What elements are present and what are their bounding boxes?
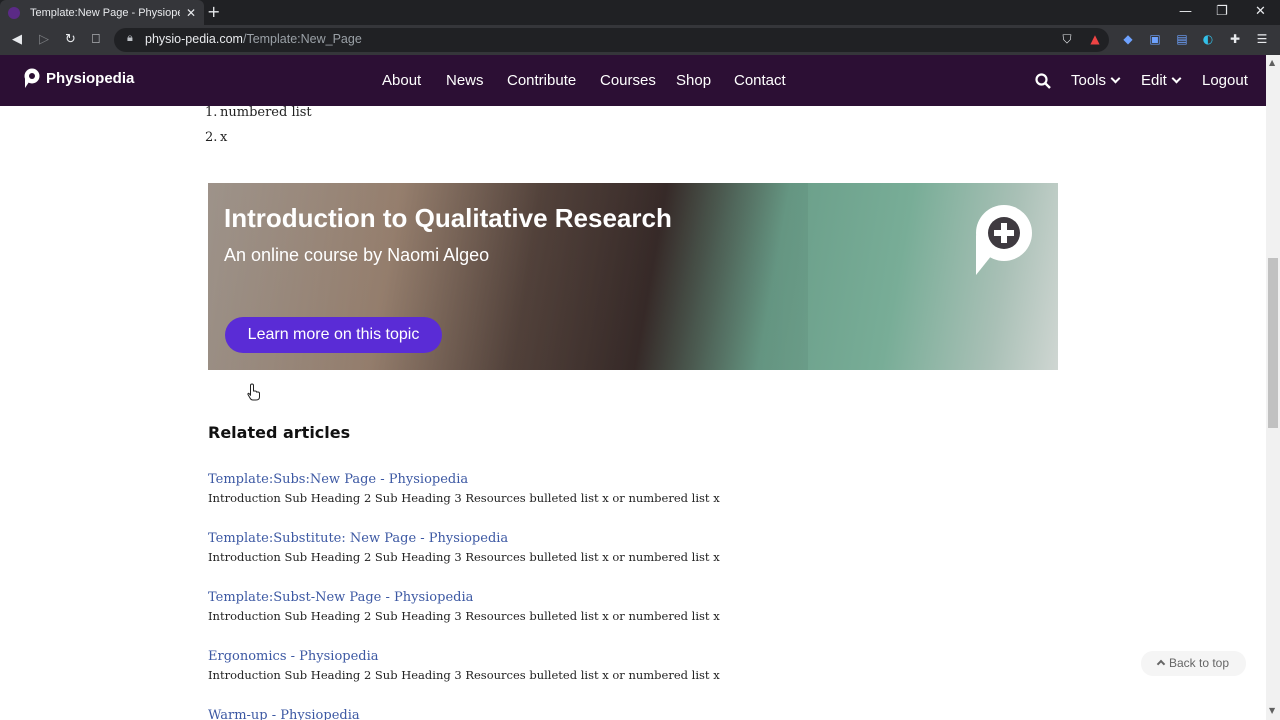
- extensions-puzzle-icon[interactable]: ✚: [1228, 32, 1242, 46]
- article-link[interactable]: Template:Subs:New Page - Physiopedia: [208, 471, 720, 488]
- back-to-top-label: Back to top: [1168, 656, 1230, 670]
- list-item: 2. x: [205, 129, 312, 154]
- list-item-text: numbered list: [220, 105, 312, 120]
- browser-tab-bar: Template:New Page - Physiopedia ✕ + — ❐ …: [0, 0, 1280, 25]
- course-banner[interactable]: Introduction to Qualitative Research An …: [208, 183, 1058, 370]
- related-articles-heading: Related articles: [208, 423, 351, 442]
- physiopedia-logo-icon: [24, 68, 40, 88]
- extension-icon[interactable]: ◆: [1121, 32, 1135, 46]
- banner-title: Introduction to Qualitative Research: [224, 203, 672, 233]
- hand-cursor-icon: [247, 383, 260, 401]
- back-arrow-icon[interactable]: ◀: [12, 32, 22, 48]
- physiopedia-plus-logo-icon: [976, 205, 1032, 275]
- physiopedia-favicon-icon: [8, 6, 20, 19]
- reload-icon[interactable]: ↻: [65, 32, 76, 48]
- brave-shield-icon[interactable]: ⛉: [1060, 32, 1074, 46]
- site-logo[interactable]: Physiopedia: [22, 68, 134, 88]
- new-tab-button[interactable]: +: [207, 3, 220, 21]
- scroll-up-arrow-icon[interactable]: ▲: [1269, 58, 1275, 67]
- site-navbar: Physiopedia About News Contribute Course…: [0, 55, 1266, 106]
- nav-edit[interactable]: Edit: [1141, 72, 1182, 89]
- nav-courses[interactable]: Courses: [600, 72, 656, 89]
- chevron-down-icon: [1110, 73, 1121, 84]
- scrollbar-thumb[interactable]: [1268, 258, 1278, 428]
- nav-edit-label: Edit: [1141, 72, 1167, 89]
- lock-icon: 🔒︎: [127, 31, 133, 44]
- site-name: Physiopedia: [46, 69, 135, 87]
- restore-button[interactable]: ❐: [1216, 4, 1228, 19]
- list-item: 1. numbered list: [205, 104, 312, 129]
- url-text[interactable]: physio-pedia.com/Template:New_Page: [145, 32, 362, 46]
- minimize-button[interactable]: —: [1179, 4, 1192, 19]
- nav-contact[interactable]: Contact: [734, 72, 786, 89]
- banner-subtitle: An online course by Naomi Algeo: [224, 245, 490, 265]
- article-link[interactable]: Template:Substitute: New Page - Physiope…: [208, 530, 720, 547]
- numbered-list: 1. numbered list 2. x: [205, 104, 312, 154]
- nav-news[interactable]: News: [446, 72, 484, 89]
- close-window-button[interactable]: ✕: [1255, 4, 1266, 19]
- nav-tools-label: Tools: [1071, 72, 1107, 89]
- article-link[interactable]: Warm-up - Physiopedia: [208, 707, 360, 720]
- nav-contribute[interactable]: Contribute: [507, 72, 576, 89]
- translate-icon[interactable]: ▤: [1175, 32, 1189, 46]
- related-article: Template:Subs:New Page - Physiopedia Int…: [208, 471, 720, 506]
- nav-logout[interactable]: Logout: [1202, 72, 1248, 89]
- article-link[interactable]: Template:Subst-New Page - Physiopedia: [208, 589, 720, 606]
- learn-more-button[interactable]: Learn more on this topic: [225, 317, 442, 353]
- related-article: Template:Subst-New Page - Physiopedia In…: [208, 589, 720, 624]
- article-description: Introduction Sub Heading 2 Sub Heading 3…: [208, 609, 720, 623]
- extension-icon[interactable]: ▣: [1148, 32, 1162, 46]
- browser-menu-icon[interactable]: ☰: [1255, 32, 1269, 46]
- tab-title: Template:New Page - Physiopedia: [30, 6, 180, 19]
- article-description: Introduction Sub Heading 2 Sub Heading 3…: [208, 550, 720, 564]
- search-icon[interactable]: [1035, 73, 1051, 89]
- scroll-down-arrow-icon[interactable]: ▼: [1269, 706, 1275, 715]
- browser-tab[interactable]: Template:New Page - Physiopedia ✕: [0, 0, 204, 25]
- forward-arrow-icon[interactable]: ▷: [39, 32, 49, 48]
- article-link[interactable]: Ergonomics - Physiopedia: [208, 648, 720, 665]
- nav-about[interactable]: About: [382, 72, 421, 89]
- list-item-text: x: [220, 130, 228, 145]
- related-article: Ergonomics - Physiopedia Introduction Su…: [208, 648, 720, 683]
- article-description: Introduction Sub Heading 2 Sub Heading 3…: [208, 668, 720, 682]
- chevron-down-icon: [1171, 73, 1182, 84]
- nav-tools[interactable]: Tools: [1071, 72, 1121, 89]
- extension-icon[interactable]: ◐: [1201, 32, 1215, 46]
- bookmark-icon[interactable]: ⎕: [92, 32, 100, 48]
- related-article: Warm-up - Physiopedia: [208, 707, 360, 720]
- tab-close-icon[interactable]: ✕: [186, 6, 196, 20]
- article-description: Introduction Sub Heading 2 Sub Heading 3…: [208, 491, 720, 505]
- list-number: 2.: [205, 130, 218, 145]
- chevron-up-icon: [1156, 659, 1166, 669]
- related-article: Template:Substitute: New Page - Physiope…: [208, 530, 720, 565]
- list-number: 1.: [205, 105, 218, 120]
- back-to-top-button[interactable]: Back to top: [1141, 651, 1246, 676]
- nav-shop[interactable]: Shop: [676, 72, 711, 89]
- brave-rewards-icon[interactable]: ▲: [1088, 32, 1102, 46]
